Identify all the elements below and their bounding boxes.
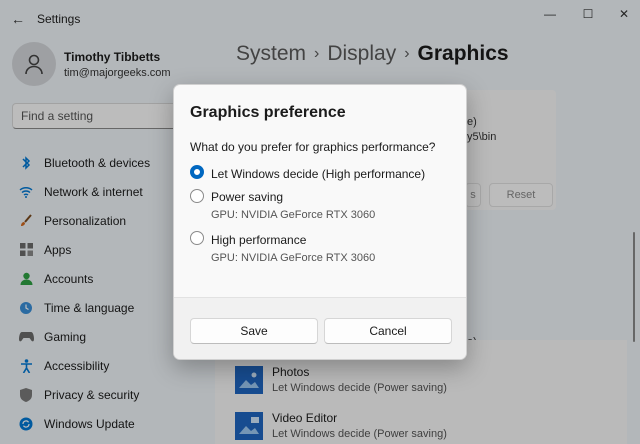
option-gpu-text: GPU: NVIDIA GeForce RTX 3060 <box>211 252 376 264</box>
option-label[interactable]: Power saving <box>211 190 283 204</box>
radio-power-saving[interactable] <box>190 189 204 203</box>
dialog-question: What do you prefer for graphics performa… <box>190 140 436 154</box>
save-button[interactable]: Save <box>190 318 318 344</box>
radio-high-performance[interactable] <box>190 231 204 245</box>
graphics-preference-dialog: Graphics preference What do you prefer f… <box>173 84 467 360</box>
cancel-button[interactable]: Cancel <box>324 318 452 344</box>
dialog-footer: Save Cancel <box>174 297 466 359</box>
option-gpu-text: GPU: NVIDIA GeForce RTX 3060 <box>211 209 376 221</box>
radio-let-windows-decide[interactable] <box>190 165 204 179</box>
dialog-title: Graphics preference <box>190 104 346 121</box>
option-label[interactable]: Let Windows decide (High performance) <box>211 167 425 181</box>
option-label[interactable]: High performance <box>211 233 306 247</box>
